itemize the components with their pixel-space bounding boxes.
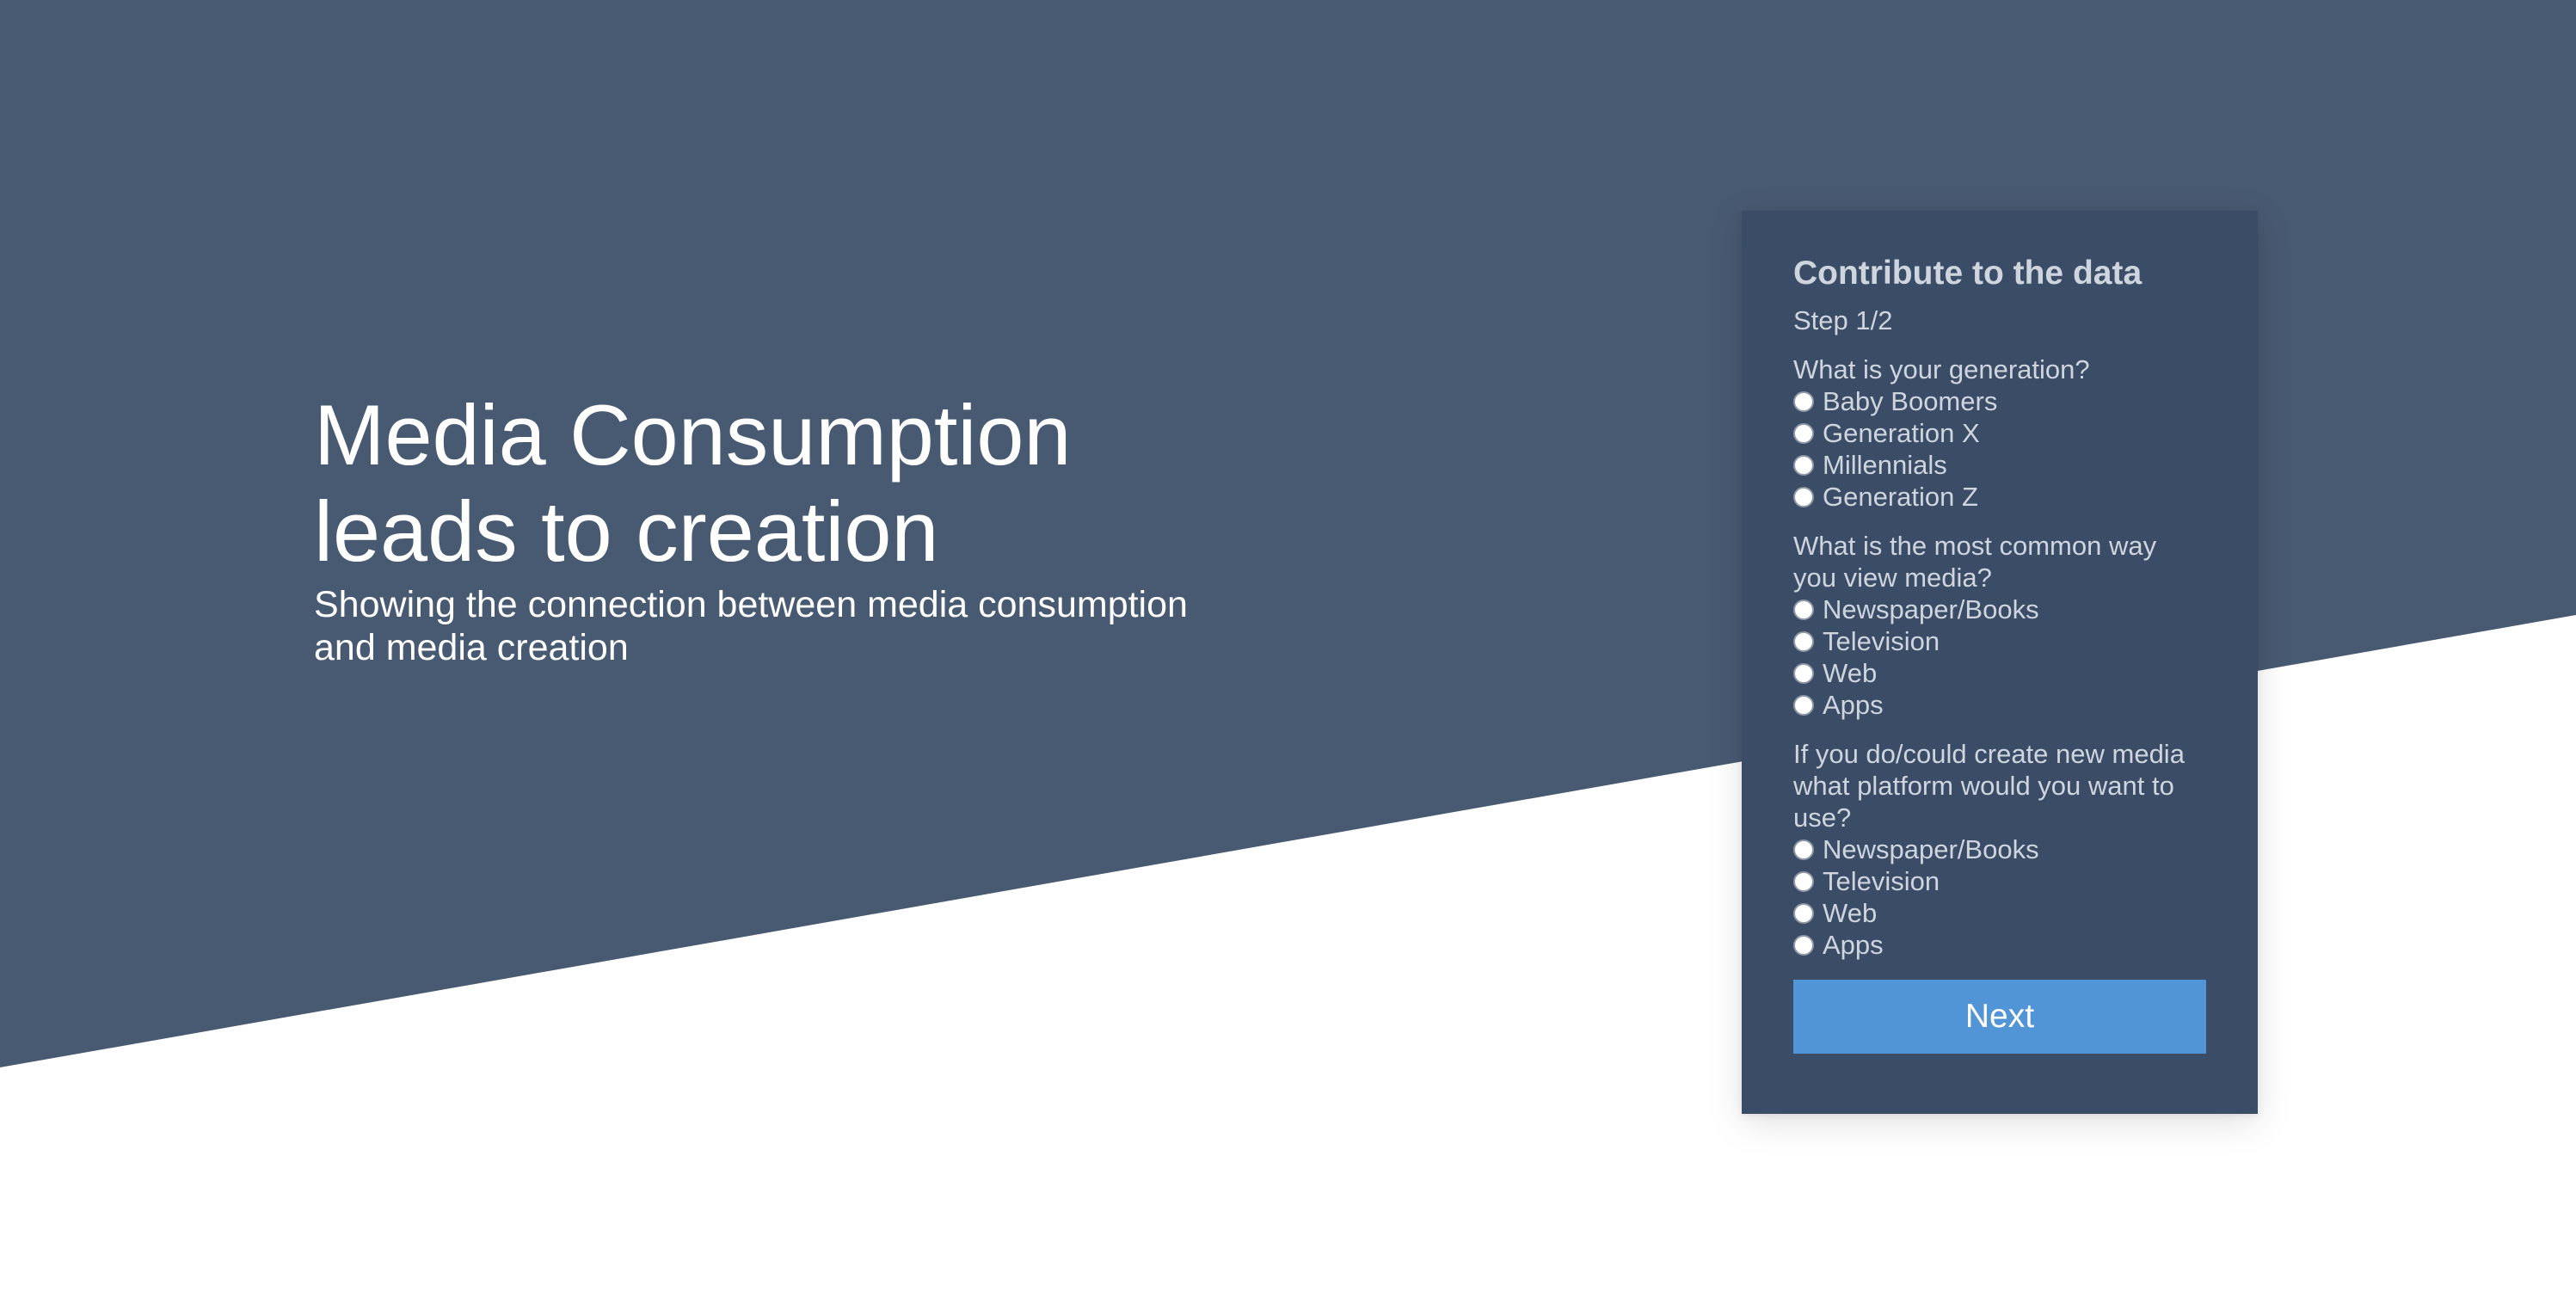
option-label: Newspaper/Books (1823, 833, 2039, 864)
option-television[interactable]: Television (1793, 625, 2206, 657)
question-label: What is your generation? (1793, 354, 2206, 385)
option-newspaper-books[interactable]: Newspaper/Books (1793, 833, 2206, 865)
option-label: Millennials (1823, 449, 1947, 480)
radio-button[interactable] (1793, 902, 1814, 924)
hero-title-line-2: leads to creation (314, 483, 939, 579)
next-button[interactable]: Next (1793, 980, 2206, 1054)
option-label: Web (1823, 657, 1878, 688)
option-web[interactable]: Web (1793, 897, 2206, 929)
option-label: Apps (1823, 689, 1884, 720)
question-label-line: If you do/could create new media (1793, 739, 2185, 769)
option-label: Television (1823, 625, 1940, 656)
question-label-line: use? (1793, 803, 1852, 833)
radio-button[interactable] (1793, 422, 1814, 444)
question-label-line: What is your generation? (1793, 354, 2090, 384)
option-label: Apps (1823, 929, 1884, 960)
radio-button[interactable] (1793, 486, 1814, 507)
option-millennials[interactable]: Millennials (1793, 449, 2206, 481)
page: Media Consumption leads to creation Show… (0, 0, 2576, 1316)
question-label-line: you view media? (1793, 563, 1992, 593)
radio-button[interactable] (1793, 599, 1814, 620)
form-title: Contribute to the data (1793, 255, 2143, 292)
option-apps[interactable]: Apps (1793, 929, 2206, 961)
option-label: Generation Z (1823, 481, 1978, 512)
option-label: Baby Boomers (1823, 385, 1998, 416)
question-view-media: What is the most common way you view med… (1793, 530, 2206, 721)
option-newspaper-books[interactable]: Newspaper/Books (1793, 593, 2206, 625)
question-label: If you do/could create new media what pl… (1793, 738, 2206, 833)
option-label: Television (1823, 865, 1940, 896)
hero-subtitle-line-1: Showing the connection between media con… (314, 584, 1188, 625)
option-label: Generation X (1823, 417, 1980, 448)
option-apps[interactable]: Apps (1793, 689, 2206, 721)
option-television[interactable]: Television (1793, 865, 2206, 897)
step-indicator: Step 1/2 (1793, 305, 1893, 335)
option-web[interactable]: Web (1793, 657, 2206, 689)
radio-button[interactable] (1793, 454, 1814, 476)
radio-button[interactable] (1793, 934, 1814, 956)
question-label-line: What is the most common way (1793, 531, 2157, 561)
option-generation-x[interactable]: Generation X (1793, 417, 2206, 449)
radio-button[interactable] (1793, 839, 1814, 860)
question-generation: What is your generation? Baby Boomers Ge… (1793, 354, 2206, 513)
question-label: What is the most common way you view med… (1793, 530, 2206, 593)
option-baby-boomers[interactable]: Baby Boomers (1793, 385, 2206, 417)
hero-section: Media Consumption leads to creation Show… (314, 387, 1303, 669)
radio-button[interactable] (1793, 390, 1814, 412)
hero-subtitle: Showing the connection between media con… (314, 583, 1303, 669)
hero-title: Media Consumption leads to creation (314, 387, 1303, 580)
survey-form-card: Contribute to the data Step 1/2 What is … (1742, 211, 2258, 1114)
radio-button[interactable] (1793, 694, 1814, 716)
radio-button[interactable] (1793, 870, 1814, 892)
question-label-line: what platform would you want to (1793, 771, 2174, 801)
hero-subtitle-line-2: and media creation (314, 627, 629, 668)
radio-button[interactable] (1793, 630, 1814, 652)
question-create-platform: If you do/could create new media what pl… (1793, 738, 2206, 961)
option-label: Web (1823, 897, 1878, 928)
option-generation-z[interactable]: Generation Z (1793, 481, 2206, 513)
radio-button[interactable] (1793, 662, 1814, 684)
option-label: Newspaper/Books (1823, 593, 2039, 624)
hero-title-line-1: Media Consumption (314, 387, 1072, 483)
